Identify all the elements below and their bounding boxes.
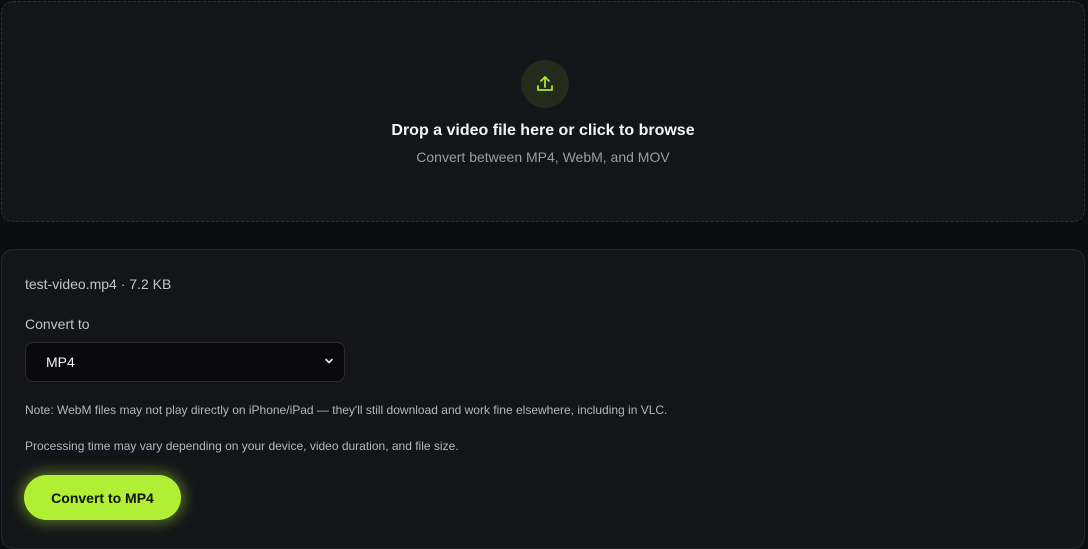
file-dropzone[interactable]: Drop a video file here or click to brows…	[1, 1, 1085, 222]
convert-button[interactable]: Convert to MP4	[24, 475, 181, 520]
webm-note: Note: WebM files may not play directly o…	[25, 403, 668, 417]
upload-icon	[521, 60, 569, 108]
chevron-down-icon	[324, 353, 334, 371]
processing-note: Processing time may vary depending on yo…	[25, 439, 459, 453]
file-info: test-video.mp4 · 7.2 KB	[25, 276, 172, 292]
dropzone-title: Drop a video file here or click to brows…	[391, 122, 695, 139]
format-select[interactable]: MP4	[25, 342, 345, 382]
conversion-panel: test-video.mp4 · 7.2 KB Convert to MP4 N…	[1, 249, 1085, 549]
format-select-value: MP4	[46, 354, 75, 370]
dropzone-subtitle: Convert between MP4, WebM, and MOV	[416, 149, 670, 165]
convert-to-label: Convert to	[25, 316, 90, 332]
